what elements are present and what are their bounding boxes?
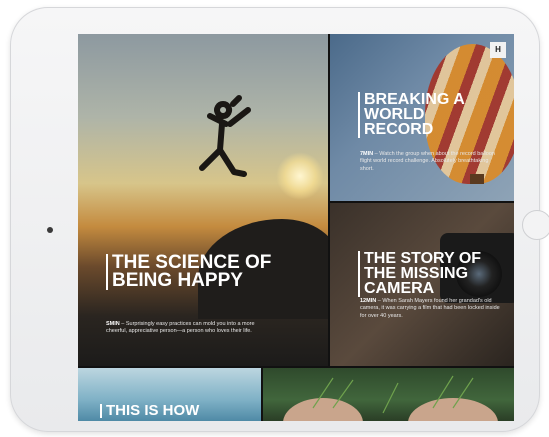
home-button[interactable]: [522, 210, 549, 240]
hands-with-plants-image: [283, 375, 498, 421]
people-at-water-image: [84, 374, 144, 394]
article-card-world-record[interactable]: H BREAKING A WORLD RECORD 7MIN – Watch t…: [330, 34, 514, 201]
excerpt-text: – Surprisingly easy practices can mold y…: [106, 321, 255, 335]
article-card-this-is-how[interactable]: THIS IS HOW: [78, 368, 261, 421]
article-title: THE SCIENCE OF BEING HAPPY: [106, 253, 282, 291]
article-card-plants[interactable]: [263, 368, 514, 421]
article-title: THIS IS HOW: [100, 403, 199, 419]
jumping-person-image: [199, 95, 251, 177]
balloon-basket: [470, 174, 484, 184]
article-title: BREAKING A WORLD RECORD: [358, 92, 494, 138]
app-logo-icon[interactable]: H: [490, 42, 506, 58]
excerpt-text: – When Sarah Mayers found her grandad's …: [360, 298, 500, 319]
article-title: THE STORY OF THE MISSING CAMERA: [358, 251, 504, 297]
tablet-frame: THE SCIENCE OF BEING HAPPY SMIN – Surpri…: [10, 7, 549, 432]
reading-time: SMIN: [106, 321, 120, 327]
article-excerpt: 7MIN – Watch the group when about the re…: [360, 151, 500, 173]
article-card-science-of-happy[interactable]: THE SCIENCE OF BEING HAPPY SMIN – Surpri…: [78, 34, 328, 366]
reading-time: 7MIN: [360, 151, 374, 157]
article-excerpt: SMIN – Surprisingly easy practices can m…: [106, 321, 276, 336]
excerpt-text: – Watch the group when about the record …: [360, 151, 495, 172]
article-excerpt: 12MIN – When Sarah Mayers found her gran…: [360, 298, 500, 320]
article-card-missing-camera[interactable]: THE STORY OF THE MISSING CAMERA 12MIN – …: [330, 203, 514, 366]
front-camera: [47, 227, 53, 233]
sunset-glow: [276, 152, 324, 200]
reading-time: 12MIN: [360, 298, 377, 304]
screen: THE SCIENCE OF BEING HAPPY SMIN – Surpri…: [78, 34, 514, 421]
